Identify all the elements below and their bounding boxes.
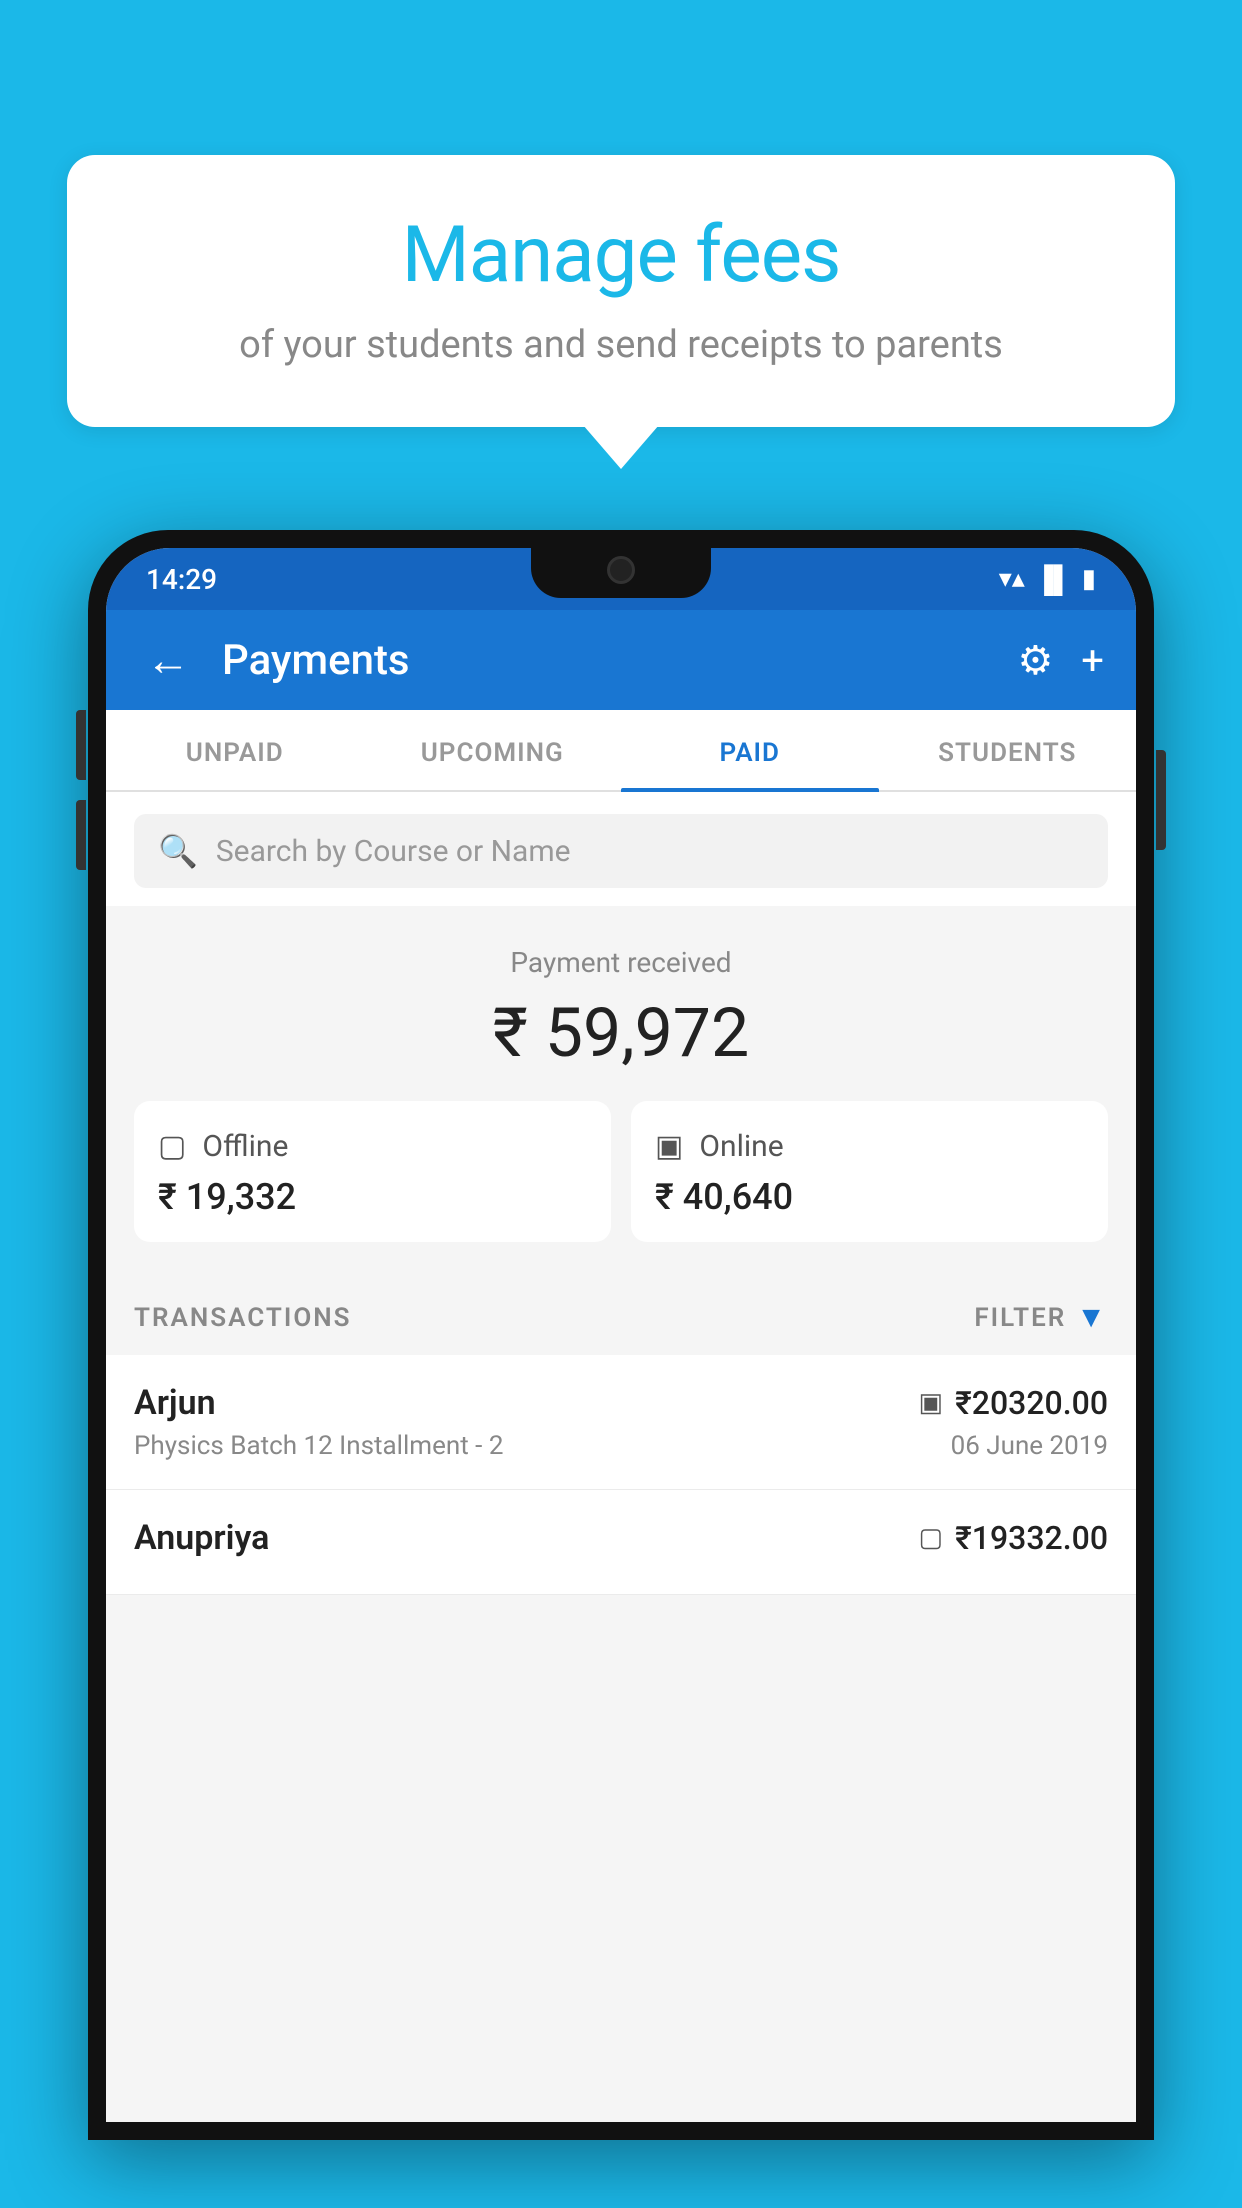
transactions-header: TRANSACTIONS FILTER ▼ <box>106 1270 1136 1355</box>
table-row[interactable]: Anupriya ▢ ₹19332.00 <box>106 1490 1136 1595</box>
tab-students[interactable]: STUDENTS <box>879 710 1137 790</box>
app-bar-actions: ⚙ + <box>1017 637 1104 684</box>
phone-screen: 14:29 ▾▴ ▐▌ ▮ ← Payments ⚙ + UNPAID UP <box>106 548 1136 2122</box>
offline-type-label: Offline <box>202 1129 288 1164</box>
battery-icon: ▮ <box>1082 564 1096 594</box>
transaction-name-arjun: Arjun <box>134 1383 216 1423</box>
tab-paid[interactable]: PAID <box>621 710 879 790</box>
tab-upcoming[interactable]: UPCOMING <box>364 710 622 790</box>
filter-label: FILTER <box>974 1303 1066 1333</box>
status-time: 14:29 <box>146 563 217 596</box>
volume-up-button <box>76 710 86 780</box>
offline-amount: ₹ 19,332 <box>158 1176 587 1218</box>
table-row[interactable]: Arjun ▣ ₹20320.00 Physics Batch 12 Insta… <box>106 1355 1136 1490</box>
add-icon[interactable]: + <box>1081 637 1104 684</box>
back-button[interactable]: ← <box>138 626 198 694</box>
tooltip-card: Manage fees of your students and send re… <box>67 155 1175 427</box>
payment-total-amount: ₹ 59,972 <box>134 993 1108 1073</box>
transaction-amount-anupriya: ₹19332.00 <box>955 1519 1108 1557</box>
filter-button[interactable]: FILTER ▼ <box>974 1300 1108 1335</box>
phone-container: 14:29 ▾▴ ▐▌ ▮ ← Payments ⚙ + UNPAID UP <box>88 530 1154 2208</box>
app-bar-title: Payments <box>222 636 993 685</box>
status-icons: ▾▴ ▐▌ ▮ <box>999 564 1096 595</box>
volume-down-button <box>76 800 86 870</box>
online-card-header: ▣ Online <box>655 1129 1084 1164</box>
signal-icon: ▐▌ <box>1035 564 1072 595</box>
search-input[interactable]: Search by Course or Name <box>216 834 571 869</box>
phone-camera <box>607 556 635 584</box>
phone-outer: 14:29 ▾▴ ▐▌ ▮ ← Payments ⚙ + UNPAID UP <box>88 530 1154 2140</box>
transaction-amount-wrap-anupriya: ▢ ₹19332.00 <box>919 1519 1108 1557</box>
transaction-name-anupriya: Anupriya <box>134 1518 269 1558</box>
offline-icon: ▢ <box>158 1129 186 1164</box>
online-card: ▣ Online ₹ 40,640 <box>631 1101 1108 1242</box>
card-icon-arjun: ▣ <box>919 1388 944 1418</box>
transactions-label: TRANSACTIONS <box>134 1303 352 1333</box>
transaction-row-top-anupriya: Anupriya ▢ ₹19332.00 <box>134 1518 1108 1558</box>
transaction-row-top-arjun: Arjun ▣ ₹20320.00 <box>134 1383 1108 1423</box>
transaction-list: Arjun ▣ ₹20320.00 Physics Batch 12 Insta… <box>106 1355 1136 1595</box>
transaction-course-arjun: Physics Batch 12 Installment - 2 <box>134 1431 503 1461</box>
transaction-row-bottom-arjun: Physics Batch 12 Installment - 2 06 June… <box>134 1431 1108 1461</box>
tabs-bar: UNPAID UPCOMING PAID STUDENTS <box>106 710 1136 792</box>
payment-received-label: Payment received <box>134 946 1108 979</box>
search-box[interactable]: 🔍 Search by Course or Name <box>134 814 1108 888</box>
online-type-label: Online <box>699 1129 783 1164</box>
payment-summary: Payment received ₹ 59,972 ▢ Offline ₹ 19… <box>106 906 1136 1270</box>
filter-icon: ▼ <box>1076 1300 1108 1335</box>
settings-icon[interactable]: ⚙ <box>1017 637 1053 684</box>
online-icon: ▣ <box>655 1129 683 1164</box>
search-icon: 🔍 <box>158 832 198 870</box>
cash-icon-anupriya: ▢ <box>919 1523 944 1553</box>
transaction-amount-arjun: ₹20320.00 <box>955 1384 1108 1422</box>
tab-unpaid[interactable]: UNPAID <box>106 710 364 790</box>
transaction-amount-wrap-arjun: ▣ ₹20320.00 <box>919 1384 1108 1422</box>
online-amount: ₹ 40,640 <box>655 1176 1084 1218</box>
offline-card-header: ▢ Offline <box>158 1129 587 1164</box>
payment-cards: ▢ Offline ₹ 19,332 ▣ Online ₹ 40,640 <box>134 1101 1108 1242</box>
wifi-icon: ▾▴ <box>999 564 1025 594</box>
transaction-date-arjun: 06 June 2019 <box>951 1431 1108 1461</box>
tooltip-title: Manage fees <box>127 210 1115 301</box>
app-bar: ← Payments ⚙ + <box>106 610 1136 710</box>
tooltip-subtitle: of your students and send receipts to pa… <box>127 323 1115 367</box>
offline-card: ▢ Offline ₹ 19,332 <box>134 1101 611 1242</box>
search-container: 🔍 Search by Course or Name <box>106 792 1136 906</box>
power-button <box>1156 750 1166 850</box>
